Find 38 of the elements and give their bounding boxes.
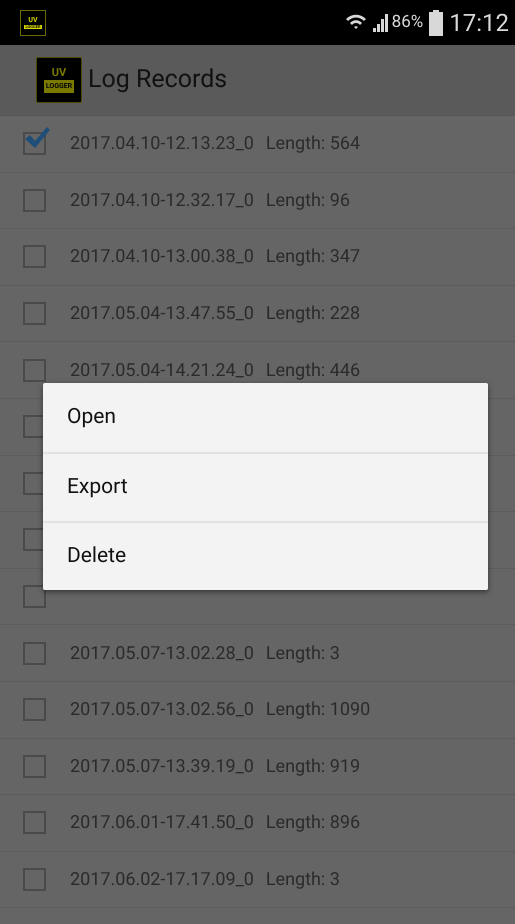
- record-row[interactable]: 2017.05.04-13.47.55_0 Length: 228: [0, 286, 515, 342]
- record-length: Length: 347: [266, 245, 360, 270]
- record-length: Length: 3: [266, 868, 340, 892]
- record-row[interactable]: 2017.06.01-17.41.50_0 Length: 896: [0, 795, 515, 852]
- menu-item[interactable]: Delete: [43, 521, 488, 590]
- record-length: Length: 3: [266, 642, 340, 666]
- record-row[interactable]: 2017.05.07-13.02.28_0 Length: 3: [0, 625, 515, 682]
- record-name: 2017.05.07-13.02.56_0: [70, 698, 254, 722]
- record-length: Length: 228: [266, 302, 360, 326]
- record-row[interactable]: 2017.04.10-12.32.17_0 Length: 96: [0, 172, 515, 230]
- record-name: 2017.05.04-14.21.24_0: [70, 358, 254, 383]
- battery-percent: 86%: [392, 10, 424, 34]
- record-length: Length: 896: [266, 811, 360, 836]
- record-row[interactable]: 2017.04.10-12.13.23_0 Length: 564: [0, 116, 515, 173]
- record-row[interactable]: 2017.06.02-17.17.09_0 Length: 3: [0, 852, 515, 908]
- record-row[interactable]: 2017.04.10-13.00.38_0 Length: 347: [0, 229, 515, 286]
- clock: 17:12: [449, 8, 509, 38]
- record-length: Length: 564: [266, 132, 360, 156]
- app-title: Log Records: [88, 64, 228, 96]
- record-length: Length: 1090: [266, 698, 370, 722]
- record-name: 2017.05.04-13.47.55_0: [70, 302, 254, 326]
- record-length: Length: 446: [266, 358, 360, 383]
- record-name: 2017.04.10-12.32.17_0: [70, 188, 254, 213]
- battery-icon: [429, 10, 444, 36]
- record-length: Length: 919: [266, 754, 360, 779]
- record-row[interactable]: 2017.05.07-13.02.56_0 Length: 1090: [0, 682, 515, 739]
- record-length: Length: 96: [266, 188, 350, 213]
- menu-item[interactable]: Export: [43, 452, 488, 521]
- record-name: 2017.04.10-13.00.38_0: [70, 245, 254, 270]
- record-name: 2017.06.01-17.41.50_0: [70, 811, 254, 836]
- record-name: 2017.05.07-13.39.19_0: [70, 754, 254, 779]
- record-name: 2017.04.10-12.13.23_0: [70, 132, 254, 156]
- record-name: 2017.05.07-13.02.28_0: [70, 642, 254, 666]
- record-row[interactable]: 2017.05.07-13.39.19_0 Length: 919: [0, 738, 515, 796]
- record-name: 2017.06.02-17.17.09_0: [70, 868, 254, 892]
- logo-text: UV: [52, 67, 66, 78]
- signal-icon: [372, 12, 390, 32]
- checkbox[interactable]: [22, 126, 51, 156]
